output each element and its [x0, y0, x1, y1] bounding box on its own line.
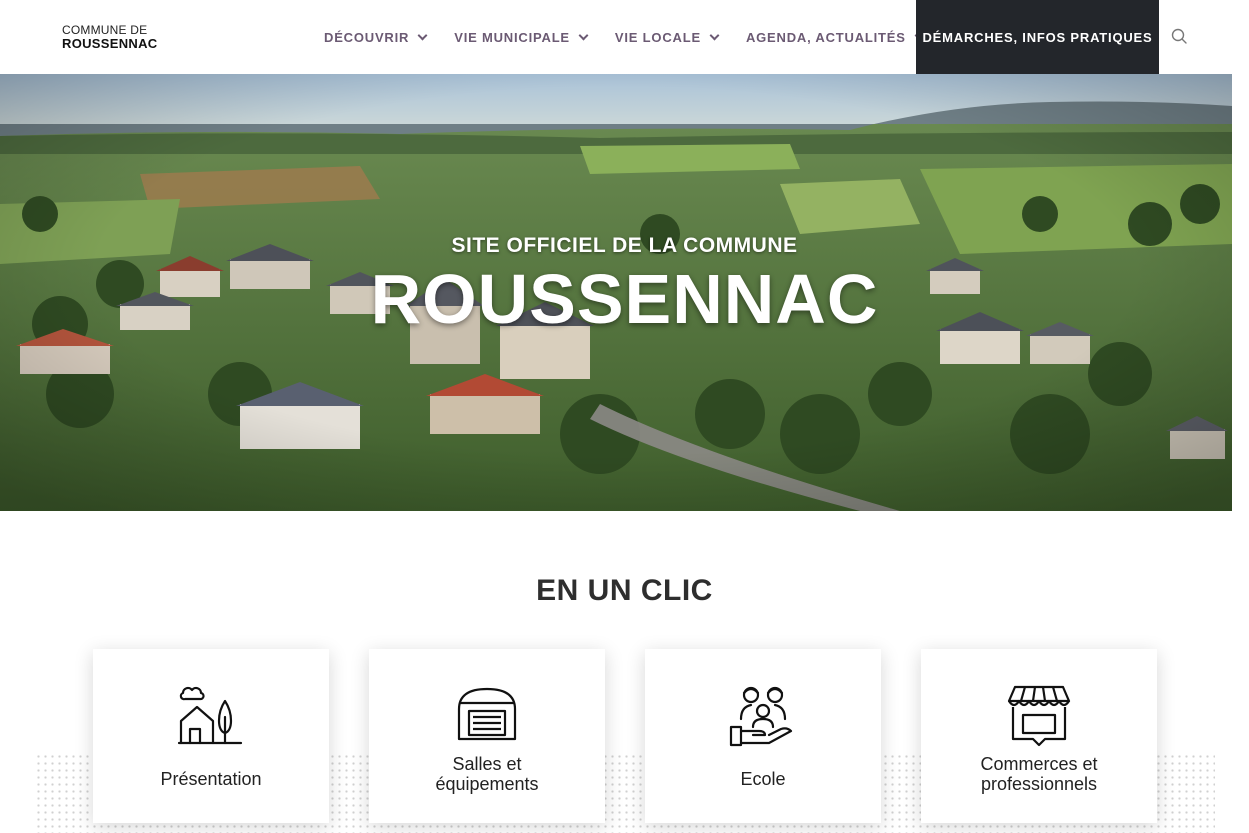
card-label-line1: Salles et	[452, 754, 522, 774]
card-label: Ecole	[740, 769, 786, 789]
chevron-down-icon	[417, 30, 428, 40]
card-commerces-professionnels[interactable]: Commerces et professionnels	[921, 649, 1157, 823]
chevron-down-icon	[709, 30, 720, 40]
nav-demarches-infos-pratiques[interactable]: DÉMARCHES, INFOS PRATIQUES	[916, 0, 1159, 74]
card-ecole[interactable]: Ecole	[645, 649, 881, 823]
hero-subtitle: SITE OFFICIEL DE LA COMMUNE	[451, 234, 798, 257]
chevron-down-icon	[578, 30, 589, 40]
hero-banner: SITE OFFICIEL DE LA COMMUNE ROUSSENNAC	[0, 74, 1232, 511]
card-label-line2: équipements	[435, 774, 539, 794]
logo-line2: ROUSSENNAC	[62, 36, 158, 51]
search-icon[interactable]	[1170, 27, 1190, 47]
logo-line1: COMMUNE DE	[62, 23, 148, 37]
card-presentation[interactable]: Présentation	[93, 649, 329, 823]
main-nav: DÉCOUVRIR VIE MUNICIPALE VIE LOCALE AGEN…	[310, 0, 1159, 74]
site-logo[interactable]: COMMUNE DE ROUSSENNAC	[62, 24, 157, 50]
card-salles-equipements[interactable]: Salles et équipements	[369, 649, 605, 823]
school-icon	[729, 686, 793, 747]
nav-label: AGENDA, ACTUALITÉS	[745, 29, 906, 45]
village-icon	[177, 686, 243, 745]
nav-vie-locale[interactable]: VIE LOCALE	[601, 0, 732, 74]
nav-label: VIE MUNICIPALE	[454, 29, 570, 45]
hall-icon	[457, 687, 517, 741]
nav-agenda-actualites[interactable]: AGENDA, ACTUALITÉS	[732, 0, 937, 74]
shop-icon	[1007, 685, 1071, 747]
site-header: COMMUNE DE ROUSSENNAC DÉCOUVRIR VIE MUNI…	[0, 0, 1249, 74]
nav-label: DÉCOUVRIR	[324, 29, 410, 45]
card-label-line1: Commerces et	[980, 754, 1098, 774]
nav-label: DÉMARCHES, INFOS PRATIQUES	[922, 29, 1153, 45]
nav-label: VIE LOCALE	[614, 29, 701, 45]
card-label-line2: professionnels	[980, 774, 1098, 794]
hero-title: ROUSSENNAC	[370, 260, 879, 338]
nav-decouvrir[interactable]: DÉCOUVRIR	[310, 0, 440, 74]
card-label: Présentation	[160, 769, 262, 789]
section-title: EN UN CLIC	[536, 574, 713, 607]
nav-vie-municipale[interactable]: VIE MUNICIPALE	[440, 0, 601, 74]
